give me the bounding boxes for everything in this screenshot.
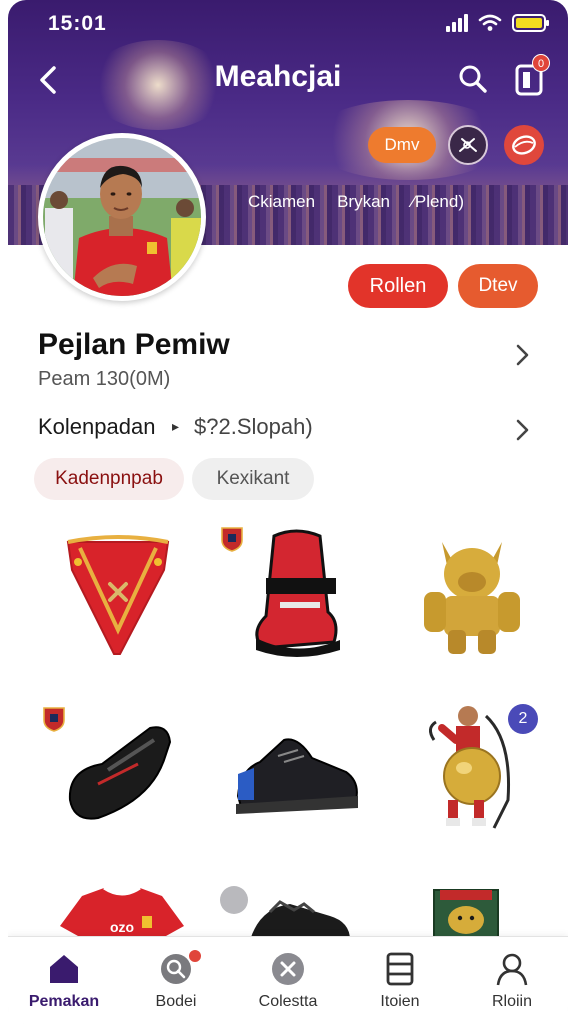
nav-item-profile[interactable]: Rloiin: [456, 937, 568, 1024]
count-badge: 2: [508, 704, 538, 734]
filter-chip[interactable]: Kadenpnpab: [34, 458, 184, 500]
status-time: 15:01: [48, 12, 107, 35]
jersey-number: ozo: [110, 919, 134, 935]
bottom-nav: Pemakan Bodei Colestta Itoien Rloiin: [8, 936, 568, 1024]
whistle-icon: [459, 138, 477, 152]
notification-dot: [188, 949, 202, 963]
whistle-button[interactable]: [448, 125, 488, 165]
close-circle-icon: [272, 953, 304, 985]
nav-label: Pemakan: [28, 993, 100, 1010]
search-button[interactable]: [456, 62, 490, 96]
product-black-slide-sandal[interactable]: [38, 700, 198, 860]
nav-item-collection[interactable]: Colestta: [232, 937, 344, 1024]
ball-icon: [512, 135, 536, 155]
chevron-right-icon[interactable]: [512, 342, 532, 368]
caret-right-icon: ▸: [172, 418, 180, 434]
nav-item-list[interactable]: Itoien: [344, 937, 456, 1024]
product-gold-ball-figurine[interactable]: [412, 700, 568, 860]
nav-label: Itoien: [380, 993, 420, 1010]
nav-item-search[interactable]: Bodei: [120, 937, 232, 1024]
product-gold-lion-figurine[interactable]: [392, 512, 552, 672]
product-red-harness[interactable]: [38, 512, 198, 672]
home-icon: [50, 955, 78, 983]
nav-label: Bodei: [155, 993, 197, 1010]
product-red-black-boot[interactable]: [216, 512, 376, 672]
player-avatar[interactable]: [38, 133, 206, 301]
app-screen: 15:01 Meahcjai 0 Dmv Ckiamen Brykan ⁄Ple…: [8, 0, 568, 1024]
signal-icon: [446, 14, 468, 32]
header-pill-button[interactable]: Dmv: [368, 127, 436, 163]
nav-label: Colestta: [258, 993, 318, 1010]
product-black-sneaker[interactable]: [214, 700, 374, 860]
nav-item-home[interactable]: Pemakan: [8, 937, 120, 1024]
player-photo: [43, 138, 201, 296]
cart-badge: 0: [532, 54, 550, 72]
list-icon: [386, 952, 414, 986]
stat-label[interactable]: Brykan: [337, 192, 390, 212]
info-row-value: $?2.Slopah): [194, 414, 313, 439]
profile-stats: Ckiamen Brykan ⁄Plend): [248, 192, 464, 212]
follow-button[interactable]: Rollen: [348, 264, 448, 308]
profile-name: Pejlan Pemiw: [38, 328, 230, 361]
battery-icon: [512, 14, 549, 32]
filter-chip[interactable]: Kexikant: [192, 458, 314, 500]
wifi-icon: [478, 14, 502, 31]
more-button[interactable]: Dtev: [458, 264, 538, 308]
stat-label[interactable]: Ckiamen: [248, 192, 315, 212]
stat-label[interactable]: ⁄Plend): [412, 192, 464, 212]
status-icons: [446, 14, 549, 32]
profile-subtitle: Peam 130(0M): [38, 368, 171, 390]
info-row-label[interactable]: Kolenpadan: [38, 414, 155, 440]
ball-button[interactable]: [504, 125, 544, 165]
chevron-right-icon[interactable]: [512, 417, 532, 443]
nav-label: Rloiin: [491, 993, 532, 1010]
user-icon: [496, 953, 528, 986]
